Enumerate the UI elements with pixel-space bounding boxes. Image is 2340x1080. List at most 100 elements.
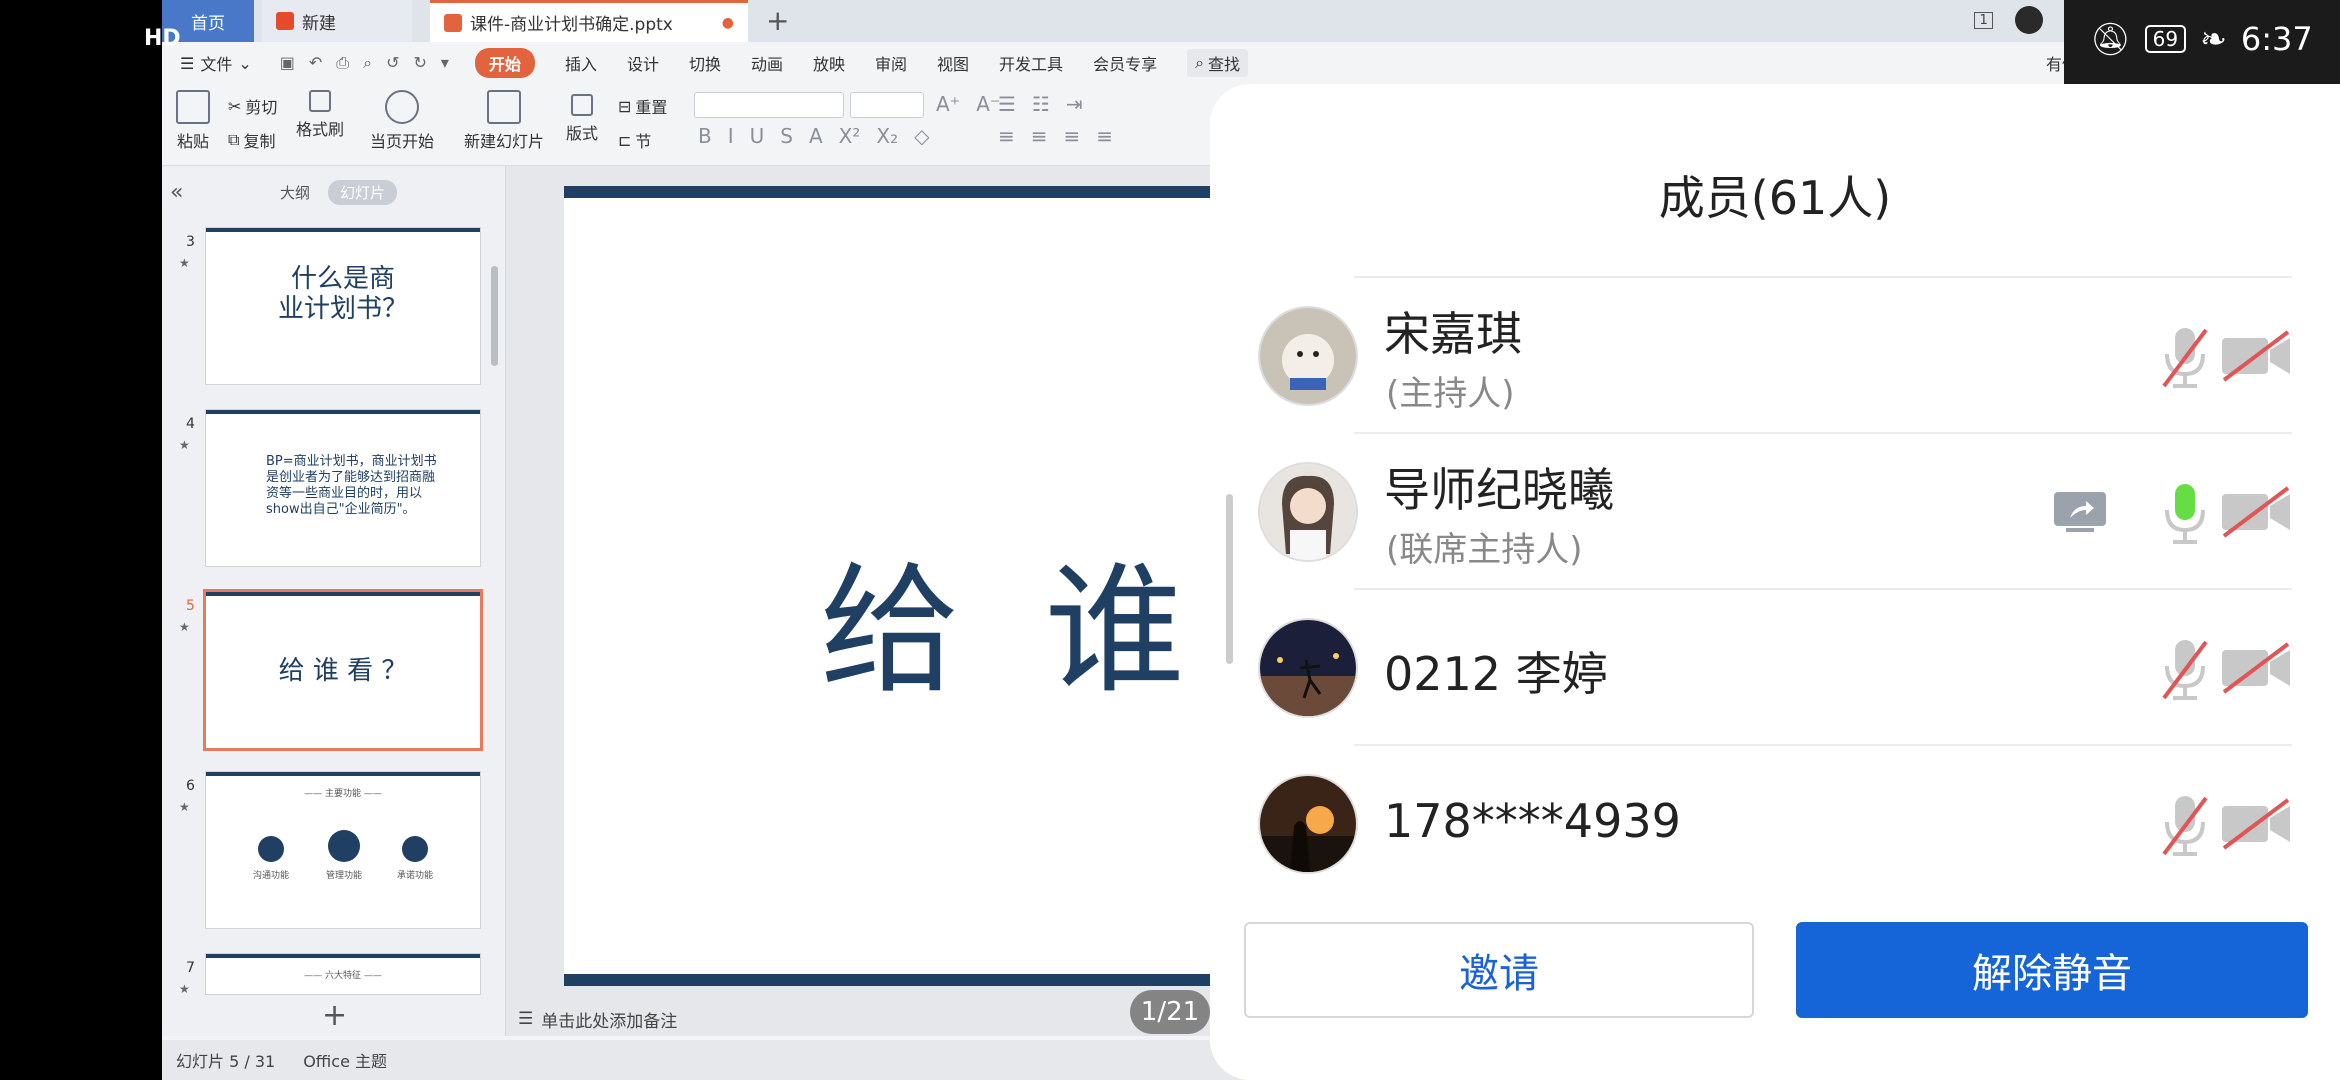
format-painter-button[interactable]: 格式刷 xyxy=(296,90,344,140)
camera-off-icon[interactable] xyxy=(2220,642,2292,694)
add-tab-icon[interactable]: + xyxy=(766,4,789,37)
font-grow-icon[interactable]: A⁺ xyxy=(936,92,960,116)
bold-icon[interactable]: B xyxy=(698,124,712,148)
feature-circle-icon xyxy=(402,836,428,862)
mic-muted-icon[interactable] xyxy=(2160,324,2210,390)
section-icon: ⊏ xyxy=(618,130,632,150)
ribbon-tab-slideshow[interactable]: 放映 xyxy=(813,51,845,75)
mic-muted-icon[interactable] xyxy=(2160,792,2210,858)
font-size-select[interactable] xyxy=(850,92,924,118)
strikethrough-icon[interactable]: S xyxy=(780,124,793,148)
cut-button[interactable]: ✂ 剪切 xyxy=(228,94,277,118)
play-from-current-button[interactable]: 当页开始 xyxy=(370,90,434,152)
font-size-controls: A⁺ A⁻ xyxy=(936,92,1001,116)
more-icon[interactable]: ▾ xyxy=(441,53,449,73)
thumb-header: —— 六大特征 —— xyxy=(304,971,382,981)
add-slide-icon[interactable]: + xyxy=(322,998,347,1033)
underline-icon[interactable]: U xyxy=(750,124,765,148)
outline-tab[interactable]: 大纲 xyxy=(272,180,318,205)
tab-document[interactable]: 课件-商业计划书确定.pptx ● xyxy=(430,0,748,42)
ribbon-tab-developer[interactable]: 开发工具 xyxy=(999,51,1063,75)
italic-icon[interactable]: I xyxy=(728,124,734,148)
indent-icon[interactable]: ⇥ xyxy=(1066,92,1083,116)
save-icon[interactable]: ▣ xyxy=(280,53,295,73)
numbering-icon[interactable]: ☷ xyxy=(1032,92,1050,116)
new-slide-button[interactable]: 新建幻灯片 xyxy=(464,90,544,152)
justify-icon[interactable]: ≡ xyxy=(1096,124,1113,148)
superscript-icon[interactable]: X² xyxy=(839,124,861,148)
undo-history-icon[interactable]: ↶ xyxy=(309,53,322,73)
slides-tab[interactable]: 幻灯片 xyxy=(328,180,398,205)
slide-title[interactable]: 给 谁 xyxy=(820,518,1205,720)
clipboard-icon xyxy=(176,90,210,124)
bullets-icon[interactable]: ☰ xyxy=(998,92,1016,116)
font-family-select[interactable] xyxy=(694,92,844,118)
align-left-icon[interactable]: ≡ xyxy=(998,124,1015,148)
animation-star-icon: ★ xyxy=(179,438,190,452)
ribbon-tab-design[interactable]: 设计 xyxy=(627,51,659,75)
animation-star-icon: ★ xyxy=(179,982,190,996)
thumbnail-scrollbar[interactable] xyxy=(491,266,498,366)
clear-format-icon[interactable]: ◇ xyxy=(914,124,929,148)
copy-icon: ⧉ xyxy=(228,130,240,149)
slide-thumb-5[interactable]: 给 谁 看 ？ xyxy=(206,592,480,748)
member-row[interactable]: 0212 李婷 xyxy=(1210,590,2340,746)
mic-active-icon[interactable] xyxy=(2160,480,2210,546)
cut-label: 剪切 xyxy=(245,98,278,117)
slide-thumb-6[interactable]: —— 主要功能 —— 沟通功能 管理功能 承诺功能 xyxy=(206,772,480,928)
camera-off-icon[interactable] xyxy=(2220,486,2292,538)
notes-placeholder[interactable]: ☰ 单击此处添加备注 xyxy=(506,1002,677,1036)
mic-muted-icon[interactable] xyxy=(2160,636,2210,702)
member-row[interactable]: 178****4939 xyxy=(1210,746,2340,902)
font-color-icon[interactable]: A xyxy=(809,124,823,148)
slide-thumb-7[interactable]: —— 六大特征 —— xyxy=(206,954,480,994)
member-name: 导师纪晓曦 xyxy=(1384,463,1614,517)
ribbon-tab-member[interactable]: 会员专享 xyxy=(1093,51,1157,75)
ribbon-tab-transition[interactable]: 切换 xyxy=(689,51,721,75)
screen-share-icon[interactable] xyxy=(2052,490,2108,534)
ribbon-tab-animation[interactable]: 动画 xyxy=(751,51,783,75)
members-panel: 成员(61人) 宋嘉琪 (主持人) 导师纪晓曦 (联席主持人) 0212 李婷 … xyxy=(1210,84,2340,1080)
members-title: 成员(61人) xyxy=(1658,171,1892,225)
tab-new[interactable]: 新建 xyxy=(262,0,412,42)
chevron-down-icon: ⌄ xyxy=(238,53,252,73)
collapse-panel-icon[interactable]: « xyxy=(170,180,183,205)
ribbon-tab-insert[interactable]: 插入 xyxy=(565,51,597,75)
print-icon[interactable]: ⎙ xyxy=(336,53,349,73)
new-slide-label: 新建幻灯片 xyxy=(464,132,545,151)
thumb-title: 什么是商 业计划书？ xyxy=(277,264,408,324)
redo-icon[interactable]: ↻ xyxy=(413,53,426,73)
view-toggle: 大纲 幻灯片 xyxy=(272,180,398,205)
brush-icon xyxy=(309,90,331,112)
member-row[interactable]: 导师纪晓曦 (联席主持人) xyxy=(1210,434,2340,590)
paragraph-controls: ☰ ☷ ⇥ xyxy=(998,92,1083,116)
paste-button[interactable]: 粘贴 xyxy=(176,90,210,152)
window-count-icon[interactable]: 1 xyxy=(1974,11,1993,29)
slide-thumb-3[interactable]: 什么是商 业计划书？ xyxy=(206,228,480,384)
copy-button[interactable]: ⧉ 复制 xyxy=(228,128,275,152)
ribbon-tab-view[interactable]: 视图 xyxy=(937,51,969,75)
unmute-all-button[interactable]: 解除静音 xyxy=(1796,922,2308,1018)
align-center-icon[interactable]: ≡ xyxy=(1031,124,1048,148)
member-row[interactable]: 宋嘉琪 (主持人) xyxy=(1210,278,2340,434)
undo-icon[interactable]: ↺ xyxy=(386,53,399,73)
camera-off-icon[interactable] xyxy=(2220,330,2292,382)
reset-button[interactable]: ⊟ 重置 xyxy=(618,94,667,118)
preview-icon[interactable]: ⌕ xyxy=(363,53,372,73)
ribbon-tab-start[interactable]: 开始 xyxy=(474,48,535,78)
paste-label: 粘贴 xyxy=(176,132,209,151)
user-avatar[interactable] xyxy=(2014,6,2043,34)
subscript-icon[interactable]: X₂ xyxy=(876,124,898,148)
slide-thumb-4[interactable]: BP=商业计划书，商业计划书是创业者为了能够达到招商融资等一些商业目的时，用以s… xyxy=(206,410,480,566)
file-menu[interactable]: ☰ 文件 ⌄ xyxy=(180,51,252,75)
font-shrink-icon[interactable]: A⁻ xyxy=(976,92,1000,116)
section-button[interactable]: ⊏ 节 xyxy=(618,128,651,152)
find-button[interactable]: ⌕ 查找 xyxy=(1187,49,1249,77)
layout-button[interactable]: 版式 xyxy=(566,94,598,144)
invite-button[interactable]: 邀请 xyxy=(1244,922,1754,1018)
camera-off-icon[interactable] xyxy=(2220,798,2292,850)
play-icon xyxy=(385,90,419,124)
align-right-icon[interactable]: ≡ xyxy=(1064,124,1081,148)
ribbon-tab-review[interactable]: 审阅 xyxy=(875,51,907,75)
text-format-controls: B I U S A X² X₂ ◇ xyxy=(698,124,930,148)
